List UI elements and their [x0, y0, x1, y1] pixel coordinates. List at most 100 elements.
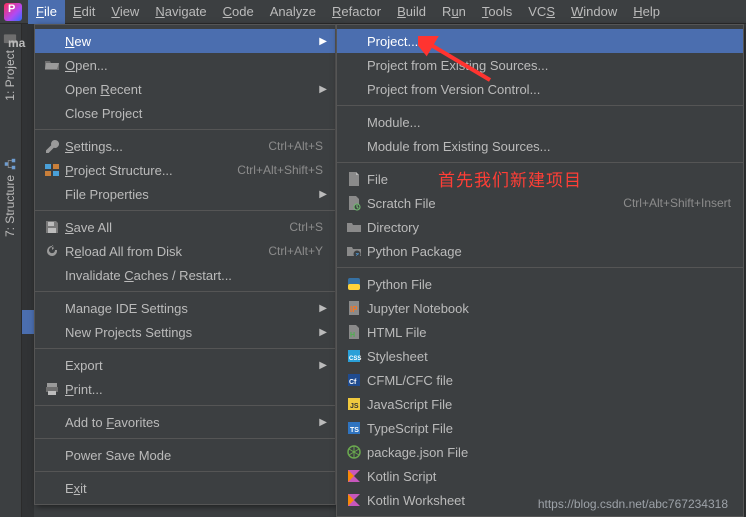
folder-icon — [346, 219, 362, 235]
file-menu-item-open[interactable]: Open... — [35, 53, 335, 77]
file-menu-item-invalidate-caches-restart[interactable]: Invalidate Caches / Restart... — [35, 263, 335, 287]
menu-item-label: Kotlin Worksheet — [365, 493, 731, 508]
file-menu-item-power-save-mode[interactable]: Power Save Mode — [35, 443, 335, 467]
menu-item-label: Scratch File — [365, 196, 607, 211]
file-menu-item-project-structure[interactable]: Project Structure... Ctrl+Alt+Shift+S — [35, 158, 335, 182]
menubar-vcs[interactable]: VCS — [520, 0, 563, 24]
file-menu-item-add-to-favorites[interactable]: Add to Favorites▶ — [35, 410, 335, 434]
new-submenu-item-python-file[interactable]: Python File — [337, 272, 743, 296]
menubar-view[interactable]: View — [103, 0, 147, 24]
kotlin-icon — [346, 468, 362, 484]
menu-item-label: Project from Version Control... — [365, 82, 731, 97]
menu-item-label: package.json File — [365, 445, 731, 460]
new-submenu-item-jupyter-notebook[interactable]: IPJupyter Notebook — [337, 296, 743, 320]
menu-item-label: Exit — [63, 481, 323, 496]
file-menu-item-manage-ide-settings[interactable]: Manage IDE Settings▶ — [35, 296, 335, 320]
menubar-edit[interactable]: Edit — [65, 0, 103, 24]
structure-icon — [3, 157, 17, 171]
structure-tab-label: 7: Structure — [3, 175, 17, 237]
menu-item-label: Stylesheet — [365, 349, 731, 364]
new-submenu: Project... Project from Existing Sources.… — [336, 24, 744, 517]
new-submenu-item-kotlin-script[interactable]: Kotlin Script — [337, 464, 743, 488]
menu-item-label: Kotlin Script — [365, 469, 731, 484]
menu-item-label: JavaScript File — [365, 397, 731, 412]
new-submenu-item-package-json-file[interactable]: package.json File — [337, 440, 743, 464]
menubar-run[interactable]: Run — [434, 0, 474, 24]
menu-item-shortcut: Ctrl+Alt+S — [268, 139, 323, 153]
menu-item-label: New Projects Settings — [63, 325, 323, 340]
menu-item-label: Open Recent — [63, 82, 323, 97]
menu-item-label: Python Package — [365, 244, 731, 259]
menu-item-label: Add to Favorites — [63, 415, 323, 430]
reload-icon — [44, 243, 60, 259]
new-submenu-item-html-file[interactable]: HHTML File — [337, 320, 743, 344]
folder-open-icon — [44, 57, 60, 73]
menu-item-label: Close Project — [63, 106, 323, 121]
new-submenu-item-kotlin-worksheet[interactable]: Kotlin Worksheet — [337, 488, 743, 512]
menu-item-label: Module... — [365, 115, 731, 130]
new-submenu-item-module-from-existing-sources[interactable]: Module from Existing Sources... — [337, 134, 743, 158]
file-menu-item-open-recent[interactable]: Open Recent▶ — [35, 77, 335, 101]
file-menu-item-exit[interactable]: Exit — [35, 476, 335, 500]
file-menu-item-settings[interactable]: Settings...Ctrl+Alt+S — [35, 134, 335, 158]
new-submenu-item-python-package[interactable]: Python Package — [337, 239, 743, 263]
menu-item-label: Reload All from Disk — [63, 244, 252, 259]
menubar-tools[interactable]: Tools — [474, 0, 520, 24]
menu-item-shortcut: Ctrl+Alt+Shift+Insert — [623, 196, 731, 210]
menubar: FileEditViewNavigateCodeAnalyzeRefactorB… — [0, 0, 746, 24]
menubar-refactor[interactable]: Refactor — [324, 0, 389, 24]
js-file-icon: JS — [346, 396, 362, 412]
chevron-right-icon: ▶ — [319, 36, 327, 47]
menu-item-label: Manage IDE Settings — [63, 301, 323, 316]
new-submenu-item-file[interactable]: File — [337, 167, 743, 191]
file-menu-item-reload-all-from-disk[interactable]: Reload All from DiskCtrl+Alt+Y — [35, 239, 335, 263]
new-submenu-item-project[interactable]: Project... — [337, 29, 743, 53]
new-submenu-item-project-from-version-control[interactable]: Project from Version Control... — [337, 77, 743, 101]
menu-item-shortcut: Ctrl+Alt+Shift+S — [237, 163, 323, 177]
new-submenu-item-typescript-file[interactable]: TS TypeScript File — [337, 416, 743, 440]
menu-item-label: Project from Existing Sources... — [365, 58, 731, 73]
left-tool-stripe: 1: Project 7: Structure — [0, 24, 22, 517]
chevron-right-icon: ▶ — [319, 417, 327, 428]
menu-item-label: Print... — [63, 382, 323, 397]
chevron-right-icon: ▶ — [319, 303, 327, 314]
file-menu-item-print[interactable]: Print... — [35, 377, 335, 401]
new-submenu-item-scratch-file[interactable]: Scratch File Ctrl+Alt+Shift+Insert — [337, 191, 743, 215]
new-submenu-item-stylesheet[interactable]: CSS Stylesheet — [337, 344, 743, 368]
file-menu-item-file-properties[interactable]: File Properties▶ — [35, 182, 335, 206]
menu-item-label: HTML File — [365, 325, 731, 340]
menu-item-label: Project Structure... — [63, 163, 221, 178]
file-menu-item-save-all[interactable]: Save AllCtrl+S — [35, 215, 335, 239]
menubar-analyze[interactable]: Analyze — [262, 0, 324, 24]
file-icon — [346, 171, 362, 187]
svg-text:Cf: Cf — [349, 379, 357, 386]
file-menu-item-new[interactable]: New▶ — [35, 29, 335, 53]
new-submenu-item-directory[interactable]: Directory — [337, 215, 743, 239]
new-submenu-item-javascript-file[interactable]: JSJavaScript File — [337, 392, 743, 416]
menu-item-label: New — [63, 34, 323, 49]
new-submenu-item-cfml-cfc-file[interactable]: Cf CFML/CFC file — [337, 368, 743, 392]
new-submenu-item-module[interactable]: Module... — [337, 110, 743, 134]
cfml-file-icon: Cf — [346, 372, 362, 388]
file-menu-item-close-project[interactable]: Close Project — [35, 101, 335, 125]
svg-text:CSS: CSS — [349, 356, 361, 362]
menubar-file[interactable]: File — [28, 0, 65, 24]
menu-item-label: Python File — [365, 277, 731, 292]
file-menu: New▶Open...Open Recent▶Close ProjectSett… — [34, 24, 336, 505]
tool-window-structure[interactable]: 7: Structure — [0, 149, 20, 245]
menubar-help[interactable]: Help — [625, 0, 668, 24]
menubar-navigate[interactable]: Navigate — [147, 0, 214, 24]
file-menu-item-export[interactable]: Export▶ — [35, 353, 335, 377]
menubar-window[interactable]: Window — [563, 0, 625, 24]
chevron-right-icon: ▶ — [319, 84, 327, 95]
file-menu-item-new-projects-settings[interactable]: New Projects Settings▶ — [35, 320, 335, 344]
menubar-code[interactable]: Code — [215, 0, 262, 24]
jupyter-icon: IP — [346, 300, 362, 316]
kotlin-icon — [346, 492, 362, 508]
menu-item-label: TypeScript File — [365, 421, 731, 436]
menu-item-label: CFML/CFC file — [365, 373, 731, 388]
svg-text:TS: TS — [350, 427, 359, 434]
menu-item-label: Project... — [365, 34, 731, 49]
menubar-build[interactable]: Build — [389, 0, 434, 24]
new-submenu-item-project-from-existing-sources[interactable]: Project from Existing Sources... — [337, 53, 743, 77]
